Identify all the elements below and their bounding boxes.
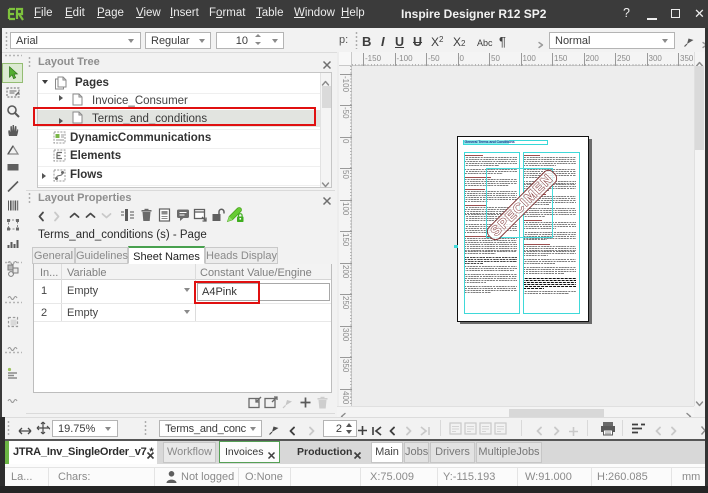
svg-text:SPECIMEN: SPECIMEN bbox=[488, 171, 556, 239]
